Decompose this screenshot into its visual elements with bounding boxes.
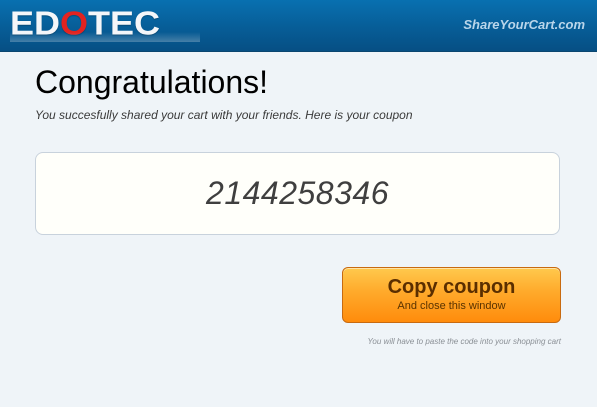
coupon-dialog: E D O T E C ShareYourCart.com Congratula… bbox=[0, 0, 597, 407]
copy-coupon-button[interactable]: Copy coupon And close this window bbox=[342, 267, 561, 323]
logo-letter-e2: E bbox=[110, 4, 135, 43]
page-subtitle: You succesfully shared your cart with yo… bbox=[35, 108, 413, 122]
close-window-label: And close this window bbox=[397, 300, 506, 312]
shareyourcart-link[interactable]: ShareYourCart.com bbox=[463, 17, 585, 32]
coupon-box: 2144258346 bbox=[35, 152, 560, 235]
paste-hint: You will have to paste the code into you… bbox=[367, 337, 561, 346]
header-bar: E D O T E C ShareYourCart.com bbox=[0, 0, 597, 52]
copy-coupon-label: Copy coupon bbox=[387, 276, 516, 298]
page-title: Congratulations! bbox=[35, 64, 269, 100]
edotec-logo: E D O T E C bbox=[10, 4, 200, 43]
logo-letter-c: C bbox=[134, 4, 161, 43]
logo-letter-t: T bbox=[88, 4, 111, 43]
logo-letter-d: D bbox=[34, 4, 61, 43]
logo-letter-e1: E bbox=[10, 4, 35, 43]
logo-letter-o: O bbox=[60, 4, 89, 43]
coupon-code[interactable]: 2144258346 bbox=[206, 175, 389, 212]
